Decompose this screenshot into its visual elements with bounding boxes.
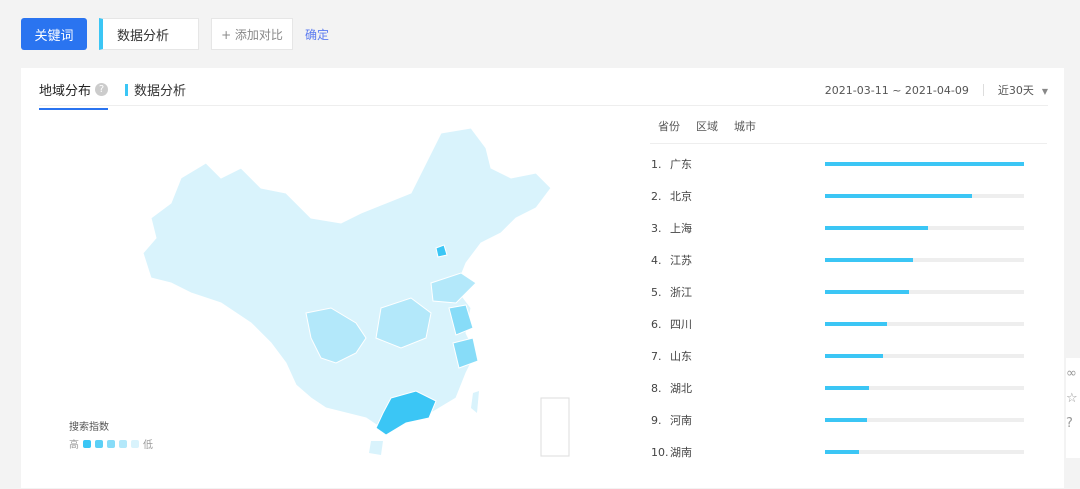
confirm-link[interactable]: 确定: [305, 26, 329, 43]
map-legend: 搜索指数 高 低: [69, 418, 153, 451]
subtab-region[interactable]: 区域: [696, 118, 718, 134]
rank-bar-fill: [825, 450, 859, 454]
rank-number: 4.: [651, 253, 662, 267]
panel-header: 地域分布? 数据分析 2021-03-11 ~ 2021-04-09 近30天 ▼: [39, 68, 1048, 110]
legend-swatch: [131, 439, 139, 448]
share-icon[interactable]: ∞: [1066, 366, 1080, 381]
help-icon[interactable]: ?: [95, 83, 109, 96]
series-name: 数据分析: [134, 84, 187, 99]
rank-bar-fill: [825, 162, 1024, 166]
province-name: 湖南: [670, 446, 692, 459]
legend-swatch: [83, 439, 91, 448]
rank-bar-track: [825, 418, 1024, 422]
ranking-row: 1. 广东: [650, 148, 1047, 180]
rank-bar-fill: [825, 194, 973, 198]
south-china-sea-inset: [540, 397, 570, 457]
divider: [982, 84, 984, 96]
map-china-mainland[interactable]: [142, 127, 552, 429]
rank-bar-track: [825, 258, 1024, 262]
ranking-row: 7. 山东: [650, 340, 1047, 372]
rank-bar-track: [825, 162, 1024, 166]
legend-swatch: [95, 439, 103, 448]
province-name: 北京: [670, 190, 692, 203]
rank-bar-track: [825, 386, 1024, 390]
province-name: 浙江: [670, 286, 692, 299]
ranking-list: 1. 广东 2. 北京 3. 上海 4. 江苏 5. 浙江 6. 四川 7. 山东 8. 湖北 9. 河南 10. 湖…: [650, 144, 1047, 468]
map-taiwan[interactable]: [471, 391, 479, 413]
region-panel: 地域分布? 数据分析 2021-03-11 ~ 2021-04-09 近30天 ▼…: [21, 68, 1064, 488]
side-toolbar: ∞ ☆ ?: [1066, 358, 1080, 458]
rank-number: 8.: [651, 381, 662, 395]
rank-number: 2.: [651, 189, 662, 203]
ranking-row: 6. 四川: [650, 308, 1047, 340]
map-hainan[interactable]: [369, 441, 383, 455]
help-circle-icon[interactable]: ?: [1066, 416, 1080, 431]
rank-number: 1.: [651, 157, 662, 171]
subtab-city[interactable]: 城市: [734, 118, 756, 134]
rank-bar-track: [825, 226, 1024, 230]
tab-label: 地域分布: [39, 84, 92, 99]
province-name: 山东: [670, 350, 692, 363]
ranking-panel: 省份 区域 城市 1. 广东 2. 北京 3. 上海 4. 江苏 5. 浙江 6. 四川 7. 山东 8. 湖…: [650, 108, 1047, 468]
rank-bar-fill: [825, 386, 869, 390]
keyword-toolbar: 关键词 数据分析 + 添加对比 确定: [21, 18, 329, 50]
period-value: 近30天: [997, 84, 1034, 97]
date-range: 2021-03-11 ~ 2021-04-09 近30天 ▼: [825, 82, 1048, 98]
province-name: 湖北: [670, 382, 692, 395]
province-name: 上海: [670, 222, 692, 235]
rank-bar-fill: [825, 290, 909, 294]
rank-bar-track: [825, 194, 1024, 198]
ranking-row: 2. 北京: [650, 180, 1047, 212]
china-map[interactable]: [111, 123, 571, 463]
legend-low-label: 低: [143, 440, 153, 451]
rank-number: 3.: [651, 221, 662, 235]
rank-number: 6.: [651, 317, 662, 331]
series-label: 数据分析: [125, 80, 186, 99]
period-select[interactable]: 近30天 ▼: [998, 82, 1048, 98]
legend-high-label: 高: [69, 440, 79, 451]
rank-bar-track: [825, 450, 1024, 454]
province-name: 广东: [670, 158, 692, 171]
ranking-row: 3. 上海: [650, 212, 1047, 244]
province-name: 四川: [670, 318, 692, 331]
keyword-button[interactable]: 关键词: [21, 18, 87, 50]
legend-swatch: [119, 439, 127, 448]
date-range-text: 2021-03-11 ~ 2021-04-09: [824, 83, 969, 97]
province-name: 江苏: [670, 254, 692, 267]
ranking-row: 5. 浙江: [650, 276, 1047, 308]
rank-bar-track: [825, 354, 1024, 358]
ranking-row: 8. 湖北: [650, 372, 1047, 404]
legend-title: 搜索指数: [69, 422, 109, 433]
ranking-row: 4. 江苏: [650, 244, 1047, 276]
ranking-subtabs: 省份 区域 城市: [650, 108, 1047, 144]
rank-bar-fill: [825, 418, 867, 422]
rank-number: 10.: [651, 445, 669, 459]
keyword-input[interactable]: 数据分析: [99, 18, 199, 50]
legend-swatch: [107, 439, 115, 448]
rank-bar-fill: [825, 354, 883, 358]
series-color-marker: [125, 83, 128, 96]
rank-number: 5.: [651, 285, 662, 299]
subtab-province[interactable]: 省份: [658, 118, 680, 134]
chevron-down-icon: ▼: [1041, 87, 1048, 96]
rank-number: 7.: [651, 349, 662, 363]
province-name: 河南: [670, 414, 692, 427]
ranking-row: 9. 河南: [650, 404, 1047, 436]
rank-bar-fill: [825, 258, 913, 262]
star-icon[interactable]: ☆: [1066, 391, 1080, 406]
rank-number: 9.: [651, 413, 662, 427]
ranking-row: 10. 湖南: [650, 436, 1047, 468]
tab-region-distribution[interactable]: 地域分布?: [39, 80, 109, 110]
rank-bar-fill: [825, 226, 929, 230]
rank-bar-fill: [825, 322, 887, 326]
add-compare-button[interactable]: + 添加对比: [211, 18, 293, 50]
rank-bar-track: [825, 322, 1024, 326]
rank-bar-track: [825, 290, 1024, 294]
